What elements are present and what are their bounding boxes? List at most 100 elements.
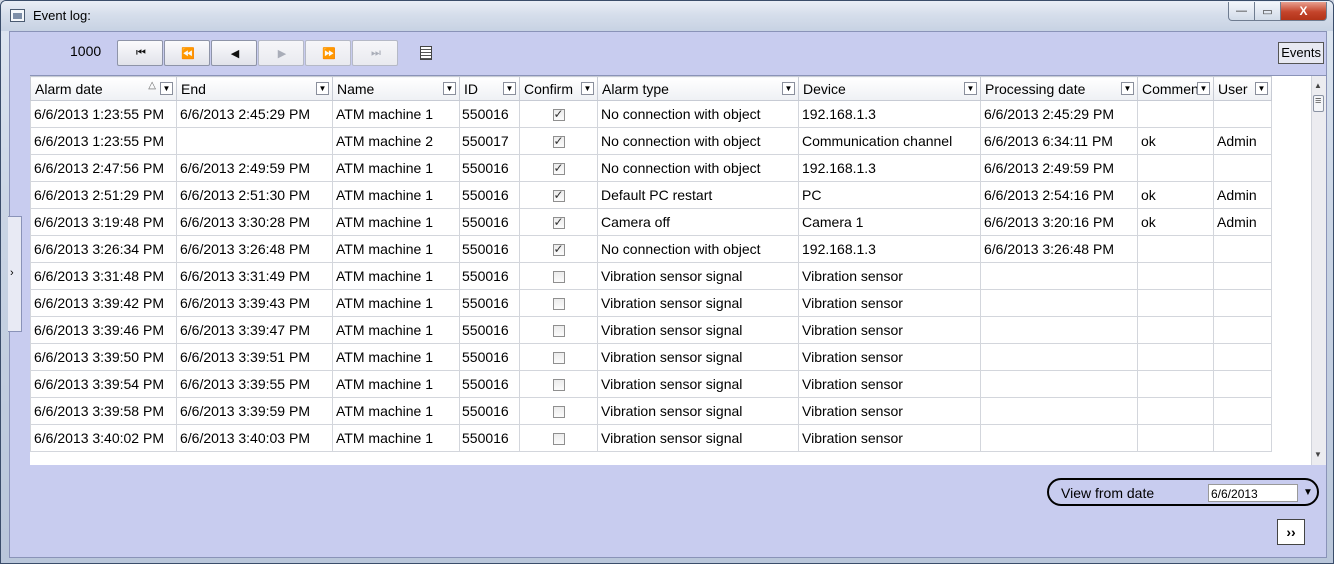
cell-device: PC — [798, 181, 981, 209]
column-header-alarm-type[interactable]: Alarm type ▼ — [597, 76, 799, 101]
table-row[interactable]: 6/6/2013 3:31:48 PM 6/6/2013 3:31:49 PM AT… — [30, 262, 1272, 290]
filter-dropdown-icon[interactable]: ▼ — [1255, 82, 1268, 95]
column-header-id[interactable]: ID ▼ — [459, 76, 520, 101]
cell-comment — [1137, 343, 1214, 371]
table-row[interactable]: 6/6/2013 3:39:54 PM 6/6/2013 3:39:55 PM AT… — [30, 370, 1272, 398]
minimize-button[interactable]: — — [1228, 2, 1255, 21]
scroll-down-icon[interactable]: ▼ — [1314, 450, 1322, 459]
table-row[interactable]: 6/6/2013 3:39:46 PM 6/6/2013 3:39:47 PM AT… — [30, 316, 1272, 344]
event-log-window: Event log: — ▭ X 1000 ⏮ ⏪ ◀ ▶ ⏩ ⏭ Events › Al… — [0, 0, 1334, 564]
cell-end: 6/6/2013 3:39:51 PM — [176, 343, 333, 371]
confirm-checkbox[interactable] — [552, 271, 565, 284]
next-button[interactable]: ▶ — [258, 40, 304, 66]
cell-processing-date: 6/6/2013 3:26:48 PM — [980, 235, 1138, 263]
event-table-container: Alarm date △ ▼ End ▼ Name ▼ ID ▼ Confirm ▼ Alarm ty… — [30, 75, 1326, 465]
confirm-checkbox[interactable] — [552, 188, 565, 203]
prev-block-button[interactable]: ⏪ — [164, 40, 210, 66]
filter-dropdown-icon[interactable]: ▼ — [581, 82, 594, 95]
cell-id: 550016 — [459, 181, 520, 209]
cell-user — [1213, 370, 1272, 398]
confirm-checkbox[interactable] — [552, 379, 565, 392]
cell-comment — [1137, 154, 1214, 182]
collapse-panel-handle[interactable]: › — [8, 216, 22, 332]
table-row[interactable]: 6/6/2013 3:40:02 PM 6/6/2013 3:40:03 PM AT… — [30, 424, 1272, 452]
column-header-alarm-date[interactable]: Alarm date △ ▼ — [30, 76, 177, 101]
confirm-checkbox[interactable] — [552, 134, 565, 149]
maximize-button[interactable]: ▭ — [1255, 2, 1281, 21]
vertical-scrollbar[interactable]: ▲ ▼ — [1311, 76, 1326, 465]
columns-icon[interactable] — [420, 46, 432, 60]
cell-alarm-type: No connection with object — [597, 127, 799, 155]
table-row[interactable]: 6/6/2013 1:23:55 PM 6/6/2013 2:45:29 PM AT… — [30, 100, 1272, 128]
cell-processing-date — [980, 289, 1138, 317]
filter-dropdown-icon[interactable]: ▼ — [160, 82, 173, 95]
last-page-button[interactable]: ⏭ — [352, 40, 398, 66]
cell-user — [1213, 397, 1272, 425]
column-header-comment[interactable]: Comment ▼ — [1137, 76, 1214, 101]
cell-id: 550016 — [459, 370, 520, 398]
confirm-checkbox[interactable] — [552, 433, 565, 446]
cell-end: 6/6/2013 2:45:29 PM — [176, 100, 333, 128]
filter-dropdown-icon[interactable]: ▼ — [1197, 82, 1210, 95]
cell-name: ATM machine 1 — [332, 397, 460, 425]
chevron-right-icon: › — [10, 267, 14, 279]
next-page-button[interactable]: ›› — [1277, 519, 1305, 545]
scroll-up-icon[interactable]: ▲ — [1314, 81, 1322, 90]
view-from-date-picker[interactable]: 6/6/2013 — [1208, 484, 1298, 502]
cell-confirm — [519, 100, 598, 128]
confirm-checkbox[interactable] — [552, 161, 565, 176]
next-block-button[interactable]: ⏩ — [305, 40, 351, 66]
filter-dropdown-icon[interactable]: ▼ — [316, 82, 329, 95]
close-button[interactable]: X — [1281, 2, 1327, 21]
cell-alarm-date: 6/6/2013 2:51:29 PM — [30, 181, 177, 209]
confirm-checkbox[interactable] — [552, 242, 565, 257]
table-row[interactable]: 6/6/2013 3:39:58 PM 6/6/2013 3:39:59 PM AT… — [30, 397, 1272, 425]
filter-dropdown-icon[interactable]: ▼ — [964, 82, 977, 95]
column-header-processing-date[interactable]: Processing date ▼ — [980, 76, 1138, 101]
skip-to-last-icon: ⏭ — [371, 46, 381, 59]
confirm-checkbox[interactable] — [552, 107, 565, 122]
close-icon: X — [1299, 4, 1308, 18]
cell-device: Vibration sensor — [798, 343, 981, 371]
table-row[interactable]: 6/6/2013 2:51:29 PM 6/6/2013 2:51:30 PM AT… — [30, 181, 1272, 209]
table-row[interactable]: 6/6/2013 3:39:50 PM 6/6/2013 3:39:51 PM AT… — [30, 343, 1272, 371]
column-header-device[interactable]: Device ▼ — [798, 76, 981, 101]
rewind-icon: ⏪ — [181, 47, 195, 60]
table-row[interactable]: 6/6/2013 3:39:42 PM 6/6/2013 3:39:43 PM AT… — [30, 289, 1272, 317]
column-header-end[interactable]: End ▼ — [176, 76, 333, 101]
column-header-confirm[interactable]: Confirm ▼ — [519, 76, 598, 101]
prev-button[interactable]: ◀ — [211, 40, 257, 66]
cell-processing-date: 6/6/2013 2:54:16 PM — [980, 181, 1138, 209]
cell-confirm — [519, 370, 598, 398]
cell-alarm-date: 6/6/2013 1:23:55 PM — [30, 127, 177, 155]
filter-dropdown-icon[interactable]: ▼ — [1121, 82, 1134, 95]
cell-end: 6/6/2013 3:31:49 PM — [176, 262, 333, 290]
filter-dropdown-icon[interactable]: ▼ — [443, 82, 456, 95]
cell-user — [1213, 289, 1272, 317]
cell-end: 6/6/2013 3:26:48 PM — [176, 235, 333, 263]
column-header-label: Alarm type — [602, 80, 669, 97]
title-bar[interactable]: Event log: — ▭ X — [1, 1, 1333, 31]
events-button[interactable]: Events — [1278, 42, 1324, 64]
step-forward-icon: ▶ — [277, 47, 287, 60]
chevron-down-icon[interactable]: ▼ — [1303, 487, 1313, 498]
filter-dropdown-icon[interactable]: ▼ — [503, 82, 516, 95]
column-header-name[interactable]: Name ▼ — [332, 76, 460, 101]
column-header-user[interactable]: User ▼ — [1213, 76, 1272, 101]
filter-dropdown-icon[interactable]: ▼ — [782, 82, 795, 95]
table-row[interactable]: 6/6/2013 2:47:56 PM 6/6/2013 2:49:59 PM AT… — [30, 154, 1272, 182]
confirm-checkbox[interactable] — [552, 325, 565, 338]
confirm-checkbox[interactable] — [552, 215, 565, 230]
cell-id: 550016 — [459, 424, 520, 452]
confirm-checkbox[interactable] — [552, 406, 565, 419]
cell-comment — [1137, 424, 1214, 452]
confirm-checkbox[interactable] — [552, 298, 565, 311]
table-row[interactable]: 6/6/2013 1:23:55 PM ATM machine 2550017 No… — [30, 127, 1272, 155]
confirm-checkbox[interactable] — [552, 352, 565, 365]
scroll-thumb[interactable] — [1313, 95, 1324, 112]
table-row[interactable]: 6/6/2013 3:26:34 PM 6/6/2013 3:26:48 PM AT… — [30, 235, 1272, 263]
cell-end: 6/6/2013 2:49:59 PM — [176, 154, 333, 182]
table-row[interactable]: 6/6/2013 3:19:48 PM 6/6/2013 3:30:28 PM AT… — [30, 208, 1272, 236]
first-page-button[interactable]: ⏮ — [117, 40, 163, 66]
cell-device: Vibration sensor — [798, 370, 981, 398]
